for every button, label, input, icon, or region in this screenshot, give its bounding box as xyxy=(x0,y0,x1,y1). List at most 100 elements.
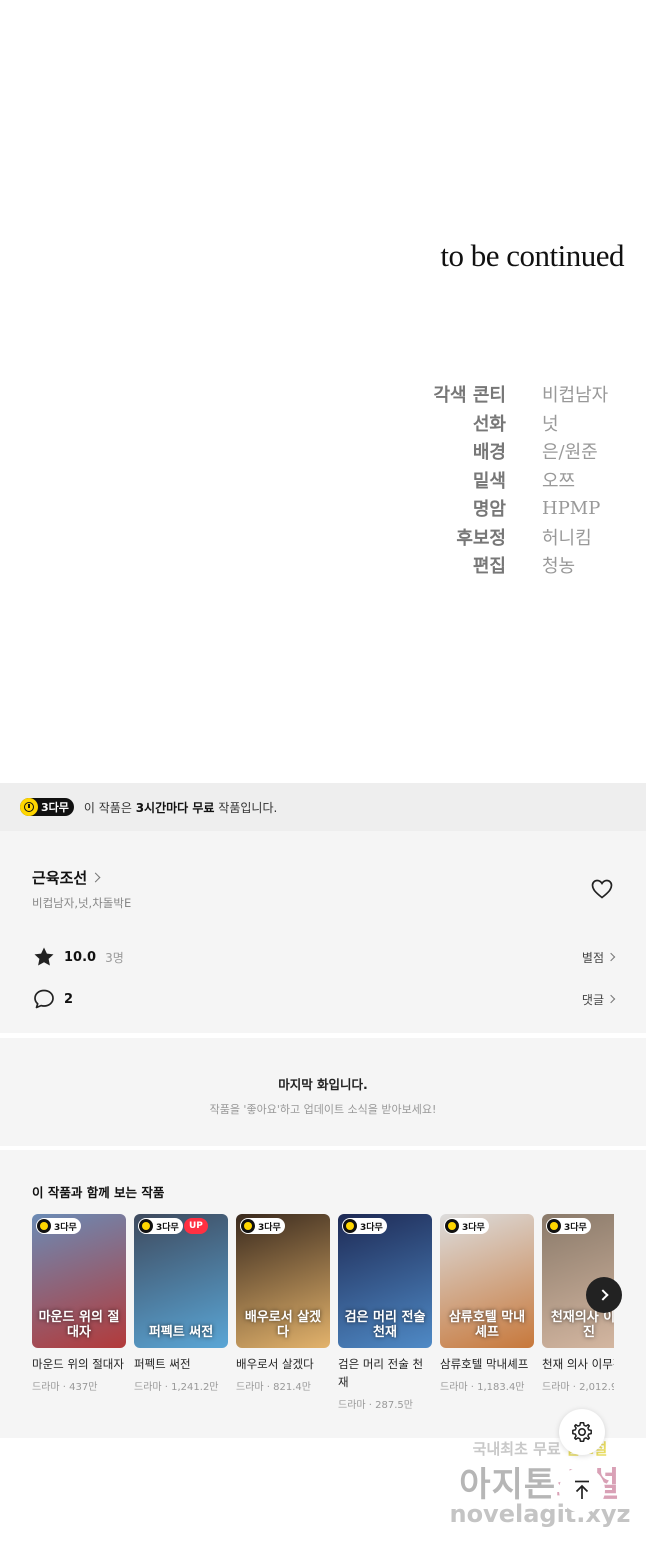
clock-icon xyxy=(547,1219,561,1233)
cover-thumbnail[interactable]: 3다무 삼류호텔 막내셰프 xyxy=(440,1214,534,1348)
series-title: 근육조선 xyxy=(32,869,88,887)
badge-label: 3다무 xyxy=(564,1222,587,1233)
credit-role: 배경 xyxy=(472,442,506,464)
recommendation-meta: 드라마 · 2,012.9만 xyxy=(542,1381,614,1393)
watermark: 국내최초 무료 웹소설 아지톤소설 novelagit.xyz xyxy=(440,1438,640,1528)
wait-free-badge: 3다무 xyxy=(20,798,74,816)
wait-free-badge: 3다무 xyxy=(138,1218,183,1234)
recommendation-title[interactable]: 삼류호텔 막내셰프 xyxy=(440,1356,534,1374)
last-episode-title: 마지막 화입니다. xyxy=(278,1077,368,1092)
settings-button[interactable] xyxy=(559,1409,605,1455)
recommendations-carousel[interactable]: 3다무 마운드 위의 절대자 마운드 위의 절대자 드라마 · 437만 3다무… xyxy=(32,1214,614,1424)
rating-value: 10.0 xyxy=(64,949,97,965)
last-episode-subtitle: 작품을 '좋아요'하고 업데이트 소식을 받아보세요! xyxy=(209,1103,437,1116)
recommendation-meta: 드라마 · 287.5만 xyxy=(338,1399,413,1411)
credit-row: 명암 HPMP xyxy=(400,494,640,523)
cover-title-art: 배우로서 살겠다 xyxy=(244,1310,322,1340)
credit-role: 명암 xyxy=(472,499,506,521)
notice-text-pre: 이 작품은 xyxy=(83,800,136,815)
recommendation-card[interactable]: 3다무 UP 퍼펙트 써전 퍼펙트 써전 드라마 · 1,241.2만 xyxy=(134,1214,228,1393)
credit-name: 허니킴 xyxy=(542,527,592,549)
wait-free-badge: 3다무 xyxy=(546,1218,591,1234)
series-title-link[interactable]: 근육조선 xyxy=(32,867,101,888)
credit-row: 각색 콘티 비컵남자 xyxy=(400,380,640,409)
credit-row: 편집 청농 xyxy=(400,551,640,580)
to-be-continued-text: to be continued xyxy=(440,238,624,273)
cover-title-art: 마운드 위의 절대자 xyxy=(38,1310,120,1340)
badge-label: 3다무 xyxy=(156,1222,179,1233)
rating-link-label: 별점 xyxy=(581,950,604,965)
recommendations-panel: 이 작품과 함께 보는 작품 3다무 마운드 위의 절대자 마운드 위의 절대자… xyxy=(0,1150,646,1438)
recommendation-title[interactable]: 마운드 위의 절대자 xyxy=(32,1356,126,1374)
credit-row: 밑색 오쯔 xyxy=(400,466,640,495)
cover-thumbnail[interactable]: 3다무 검은 머리 전술천재 xyxy=(338,1214,432,1348)
recommendation-card[interactable]: 3다무 배우로서 살겠다 배우로서 살겠다 드라마 · 821.4만 xyxy=(236,1214,330,1393)
credit-role: 밑색 xyxy=(472,470,506,492)
watermark-line1: 국내최초 무료 웹소설 xyxy=(440,1438,640,1459)
clock-icon xyxy=(343,1219,357,1233)
clock-icon xyxy=(37,1219,51,1233)
chevron-right-icon xyxy=(90,872,101,883)
credit-name: 넛 xyxy=(542,413,559,435)
credit-name: 청농 xyxy=(542,556,576,578)
clock-icon xyxy=(445,1219,459,1233)
credit-role: 각색 콘티 xyxy=(433,385,506,407)
cover-thumbnail[interactable]: 3다무 UP 퍼펙트 써전 xyxy=(134,1214,228,1348)
recommendation-meta: 드라마 · 437만 xyxy=(32,1381,98,1393)
cover-title-art: 삼류호텔 막내셰프 xyxy=(448,1310,526,1340)
chevron-right-icon xyxy=(596,1289,609,1301)
watermark-line2: 아지톤소설 xyxy=(440,1457,640,1506)
recommendation-card[interactable]: 3다무 삼류호텔 막내셰프 삼류호텔 막내셰프 드라마 · 1,183.4만 xyxy=(440,1214,534,1393)
arrow-up-icon xyxy=(575,1480,589,1499)
credits-list: 각색 콘티 비컵남자 선화 넛 배경 은/원준 밑색 오쯔 명암 HPMP 후보… xyxy=(400,380,640,580)
notice-text-bold: 3시간마다 무료 xyxy=(135,800,215,815)
credit-role: 선화 xyxy=(472,413,506,435)
chevron-right-icon xyxy=(606,994,616,1004)
cover-title-art: 퍼펙트 써전 xyxy=(148,1324,214,1340)
recommendation-title[interactable]: 검은 머리 전술 천재 xyxy=(338,1356,432,1392)
clock-icon xyxy=(20,798,38,816)
rating-count: 3명 xyxy=(105,950,124,965)
comment-row: 2 댓글 xyxy=(32,987,616,1011)
series-authors: 비컵남자,넛,차돌박E xyxy=(32,896,132,910)
cover-title-art: 천재의사 이무진 xyxy=(550,1310,614,1340)
watermark-line1-a: 국내최초 무료 xyxy=(472,1440,566,1458)
recommendation-title[interactable]: 퍼펙트 써전 xyxy=(134,1356,228,1374)
comment-link-label: 댓글 xyxy=(581,992,604,1007)
recommendation-card[interactable]: 3다무 검은 머리 전술천재 검은 머리 전술 천재 드라마 · 287.5만 xyxy=(338,1214,432,1411)
comic-end-panel: to be continued 각색 콘티 비컵남자 선화 넛 배경 은/원준 … xyxy=(0,0,646,783)
recommendation-title[interactable]: 배우로서 살겠다 xyxy=(236,1356,330,1374)
heart-icon[interactable] xyxy=(590,877,614,901)
cover-thumbnail[interactable]: 3다무 배우로서 살겠다 xyxy=(236,1214,330,1348)
notice-text-post: 작품입니다. xyxy=(214,800,278,815)
comment-count: 2 xyxy=(64,991,74,1007)
badge-label: 3다무 xyxy=(360,1222,383,1233)
recommendation-card[interactable]: 3다무 마운드 위의 절대자 마운드 위의 절대자 드라마 · 437만 xyxy=(32,1214,126,1393)
badge-label: 3다무 xyxy=(462,1222,485,1233)
up-badge: UP xyxy=(184,1218,208,1234)
credit-row: 선화 넛 xyxy=(400,409,640,438)
watermark-line2-a: 아지톤 xyxy=(459,1465,557,1505)
badge-label: 3다무 xyxy=(258,1222,281,1233)
recommendations-title: 이 작품과 함께 보는 작품 xyxy=(32,1185,165,1200)
wait-free-badge: 3다무 xyxy=(444,1218,489,1234)
credit-name: HPMP xyxy=(542,497,601,519)
recommendation-meta: 드라마 · 821.4만 xyxy=(236,1381,311,1393)
rating-row: 10.0 3명 별점 xyxy=(32,945,616,969)
clock-icon xyxy=(139,1219,153,1233)
credit-role: 편집 xyxy=(472,556,506,578)
recommendation-meta: 드라마 · 1,183.4만 xyxy=(440,1381,525,1393)
scroll-top-button[interactable] xyxy=(559,1467,605,1513)
star-icon xyxy=(34,947,54,966)
credit-role: 후보정 xyxy=(456,527,506,549)
carousel-next-button[interactable] xyxy=(586,1277,622,1313)
last-episode-panel: 마지막 화입니다. 작품을 '좋아요'하고 업데이트 소식을 받아보세요! xyxy=(0,1038,646,1146)
comment-link[interactable]: 댓글 xyxy=(581,991,616,1008)
free-notice-text: 이 작품은 3시간마다 무료 작품입니다. xyxy=(84,799,277,816)
clock-icon xyxy=(241,1219,255,1233)
badge-label: 3다무 xyxy=(54,1222,77,1233)
recommendation-title[interactable]: 천재 의사 이무진 xyxy=(542,1356,614,1374)
cover-title-art: 검은 머리 전술천재 xyxy=(344,1310,426,1340)
rating-link[interactable]: 별점 xyxy=(581,949,616,966)
cover-thumbnail[interactable]: 3다무 마운드 위의 절대자 xyxy=(32,1214,126,1348)
